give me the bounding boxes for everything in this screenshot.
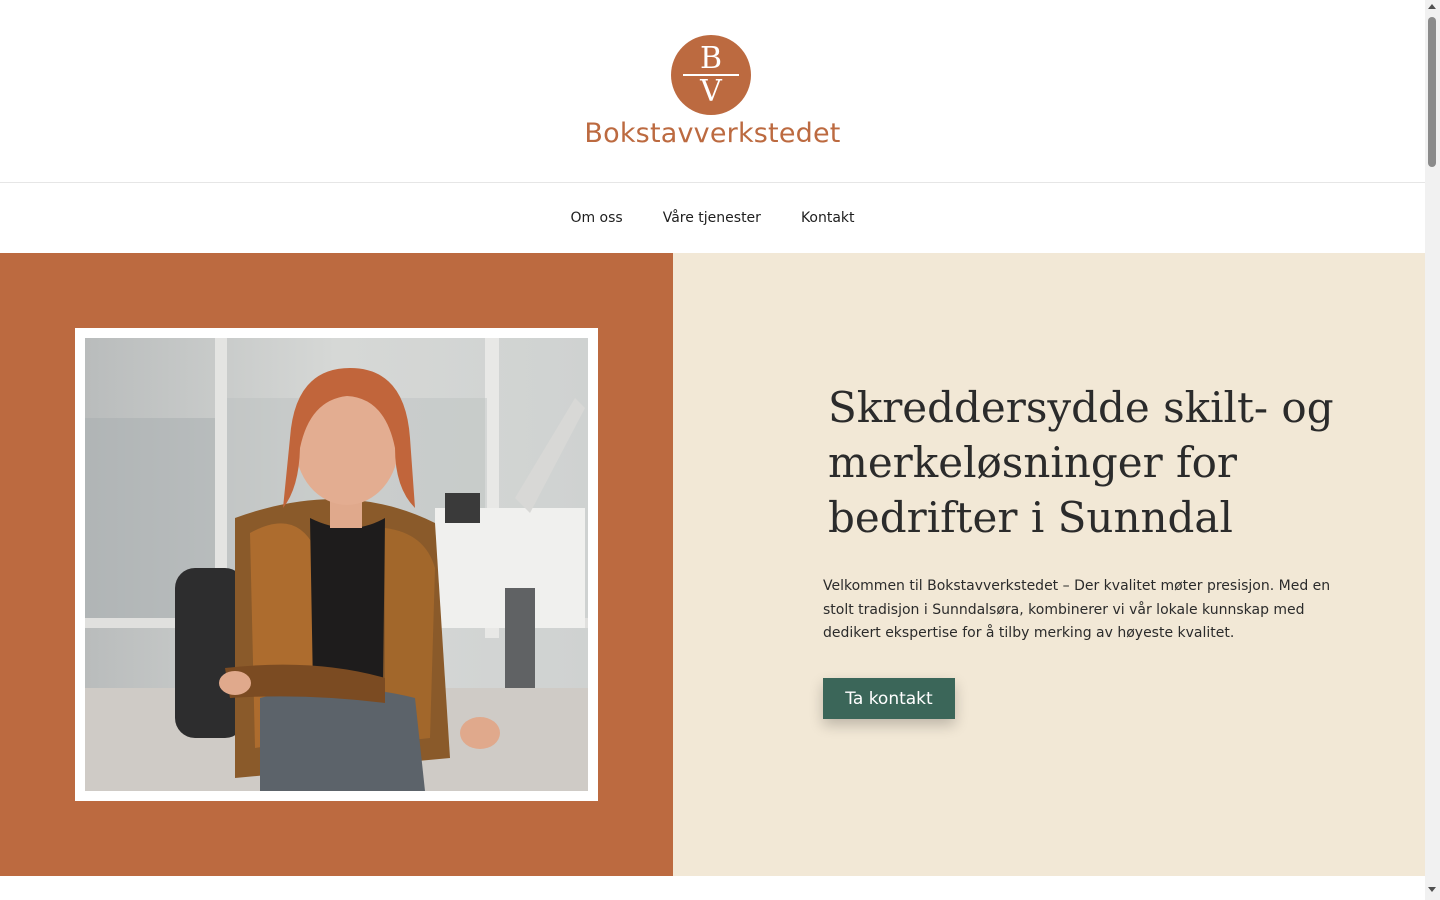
monogram-letter-b: B [699, 41, 723, 76]
nav-item-om-oss[interactable]: Om oss [570, 206, 622, 230]
portrait-photo [85, 338, 588, 791]
contact-cta-button[interactable]: Ta kontakt [823, 678, 955, 719]
main-nav: Om oss Våre tjenester Kontakt [0, 183, 1425, 253]
scroll-down-arrow-icon[interactable] [1428, 887, 1436, 892]
scrollbar-thumb[interactable] [1428, 17, 1436, 167]
brand-name: Bokstavverkstedet [584, 118, 841, 149]
logo-monogram-icon: B V [671, 35, 751, 115]
photo-frame [75, 328, 598, 801]
scroll-up-arrow-icon[interactable] [1428, 4, 1436, 9]
hero-intro-text: Velkommen til Bokstavverkstedet – Der kv… [823, 578, 1331, 641]
nav-item-kontakt[interactable]: Kontakt [801, 206, 855, 230]
hero-content-panel: Skreddersydde skilt- og merkeløsninger f… [673, 253, 1425, 876]
nav-item-vare-tjenester[interactable]: Våre tjenester [663, 206, 761, 230]
page-scrollbar[interactable] [1425, 0, 1440, 900]
logo-link[interactable]: B V Bokstavverkstedet [560, 30, 865, 160]
hero-image-panel [0, 253, 673, 876]
page: B V Bokstavverkstedet Om oss Våre tjenes… [0, 0, 1425, 900]
monogram-letter-v: V [700, 74, 722, 109]
hero-title: Skreddersydde skilt- og merkeløsninger f… [828, 383, 1334, 542]
site-header: B V Bokstavverkstedet [0, 0, 1425, 183]
